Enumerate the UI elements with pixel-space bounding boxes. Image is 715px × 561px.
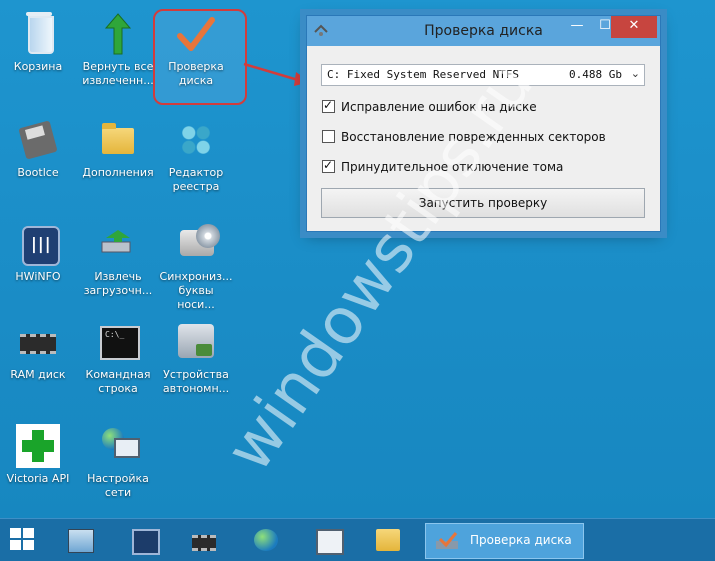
icon-label: Редактор реестра	[168, 166, 224, 193]
taskbar-app-1[interactable]	[56, 523, 106, 557]
ram-disk-shortcut[interactable]: RAM диск	[0, 320, 76, 382]
chevron-down-icon: ⌄	[630, 67, 640, 80]
icon-label: Дополнения	[82, 166, 154, 179]
icon-label: Настройка сети	[87, 472, 149, 499]
checkbox-checked[interactable]	[322, 158, 335, 173]
command-prompt-shortcut[interactable]: Командная строка	[80, 320, 156, 396]
floppy-icon	[18, 120, 58, 160]
ram-chip-icon	[192, 535, 216, 551]
recover-sectors-checkbox[interactable]: Восстановление поврежденных секторов	[322, 130, 606, 144]
icon-label: RAM диск	[10, 368, 66, 381]
registry-editor-shortcut[interactable]: Редактор реестра	[158, 118, 234, 194]
icon-label: HWiNFO	[15, 270, 61, 283]
explorer-icon	[68, 529, 94, 553]
minimize-button[interactable]: —	[563, 16, 591, 38]
desktop: Корзина Вернуть все извлеченн... Проверк…	[0, 0, 715, 518]
taskbar: Проверка диска	[0, 518, 715, 561]
icon-label: Извлечь загрузочн...	[83, 270, 153, 297]
checkbox-label: Исправление ошибок на диске	[341, 100, 537, 114]
checkbox-unchecked[interactable]	[322, 130, 335, 143]
recycle-bin-icon	[26, 12, 54, 54]
restore-all-shortcut[interactable]: Вернуть все извлеченн...	[80, 12, 156, 88]
usb-eject-icon	[101, 230, 131, 253]
green-arrow-icon	[104, 13, 132, 55]
victoria-shortcut[interactable]: Victoria API	[0, 424, 76, 486]
checkmark-icon	[177, 17, 215, 51]
taskbar-app-label: Проверка диска	[470, 533, 572, 547]
folder-icon	[102, 123, 134, 154]
hwinfo-icon	[22, 226, 60, 266]
drive-select[interactable]: C: Fixed System Reserved NTFS 0.488 Gb ⌄	[321, 64, 645, 86]
drive-size: 0.488 Gb	[569, 68, 622, 81]
close-button[interactable]: ✕	[611, 16, 657, 38]
checkbox-label: Принудительное отключение тома	[341, 160, 564, 174]
windows-logo-icon	[10, 528, 21, 538]
ram-chip-icon	[20, 334, 56, 354]
eject-boot-shortcut[interactable]: Извлечь загрузочн...	[80, 222, 156, 298]
window-manager-icon	[132, 529, 160, 555]
hwinfo-shortcut[interactable]: HWiNFO	[0, 222, 76, 284]
sync-drive-letters-shortcut[interactable]: Синхрониз... буквы носи...	[158, 222, 234, 312]
devices-icon	[178, 324, 214, 358]
red-arrow-annotation	[243, 62, 310, 86]
taskbar-app-3[interactable]	[180, 523, 230, 557]
icon-label: Устройства автономн...	[162, 368, 230, 395]
registry-cubes-icon	[178, 122, 214, 158]
fix-errors-checkbox[interactable]: Исправление ошибок на диске	[322, 98, 537, 114]
taskbar-active-app[interactable]: Проверка диска	[425, 523, 584, 559]
network-globe-icon	[254, 529, 278, 551]
green-cross-icon	[16, 424, 60, 468]
disk-drive-icon	[180, 224, 220, 256]
taskbar-app-4[interactable]	[242, 523, 292, 557]
disk-check-app-icon	[436, 532, 458, 549]
icon-label: Bootlce	[17, 166, 59, 179]
taskbar-app-6[interactable]	[364, 523, 414, 557]
disk-check-shortcut[interactable]: Проверка диска	[158, 12, 234, 88]
icon-label: Проверка диска	[168, 60, 224, 87]
folder-icon	[376, 529, 400, 551]
disk-check-dialog: Проверка диска — ☐ ✕ C: Fixed System Res…	[306, 15, 661, 232]
terminal-icon	[100, 326, 140, 360]
start-check-button[interactable]: Запустить проверку	[321, 188, 645, 218]
icon-label: Синхрониз... буквы носи...	[159, 270, 233, 311]
icon-label: Victoria API	[6, 472, 70, 485]
extras-folder-shortcut[interactable]: Дополнения	[80, 118, 156, 180]
taskbar-app-2[interactable]	[120, 523, 170, 557]
icon-label: Корзина	[13, 60, 63, 73]
taskbar-app-5[interactable]	[304, 523, 354, 557]
checkbox-label: Восстановление поврежденных секторов	[341, 130, 606, 144]
network-settings-shortcut[interactable]: Настройка сети	[80, 424, 156, 500]
icon-label: Вернуть все извлеченн...	[82, 60, 154, 87]
control-panel-icon	[316, 529, 344, 555]
icon-label: Командная строка	[85, 368, 151, 395]
start-button[interactable]	[10, 528, 36, 552]
network-globe-icon	[102, 428, 140, 462]
offline-devices-shortcut[interactable]: Устройства автономн...	[158, 320, 234, 396]
drive-select-value: C: Fixed System Reserved NTFS	[327, 68, 520, 81]
force-dismount-checkbox[interactable]: Принудительное отключение тома	[322, 158, 564, 174]
bootice-shortcut[interactable]: Bootlce	[0, 118, 76, 180]
dialog-titlebar[interactable]: Проверка диска — ☐ ✕	[307, 16, 660, 46]
recycle-bin-shortcut[interactable]: Корзина	[0, 12, 76, 74]
checkbox-checked[interactable]	[322, 98, 335, 113]
